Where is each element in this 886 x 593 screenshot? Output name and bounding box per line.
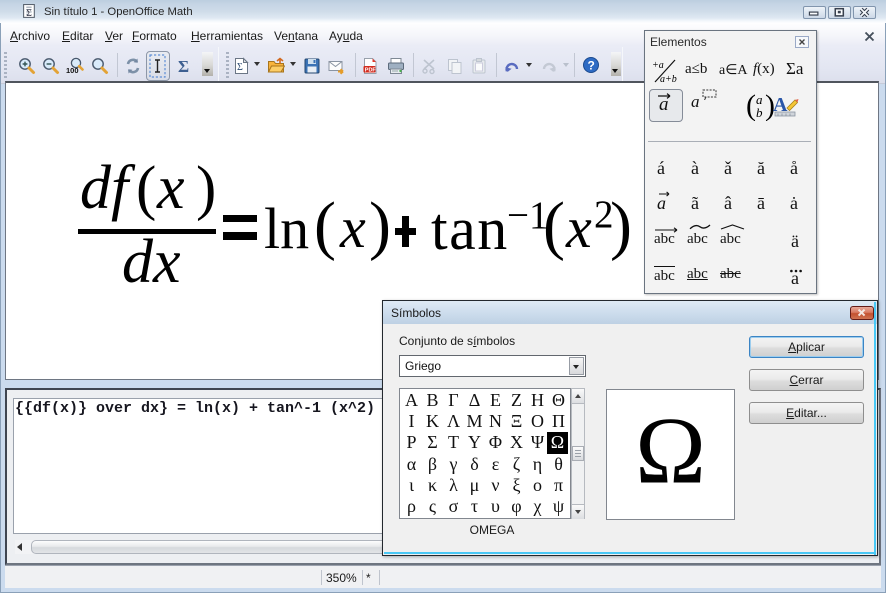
svg-text:Σ: Σ (178, 57, 189, 75)
svg-text:Σ: Σ (26, 8, 32, 19)
svg-text:PDF: PDF (365, 67, 377, 73)
svg-text:+a: +a (652, 60, 664, 71)
svg-text:?: ? (588, 59, 595, 73)
svg-text:Σ: Σ (237, 62, 243, 73)
svg-text:b: b (756, 105, 763, 120)
svg-text:a+b: a+b (660, 74, 677, 84)
svg-text:(: ( (746, 91, 756, 121)
svg-text:100: 100 (66, 66, 79, 75)
